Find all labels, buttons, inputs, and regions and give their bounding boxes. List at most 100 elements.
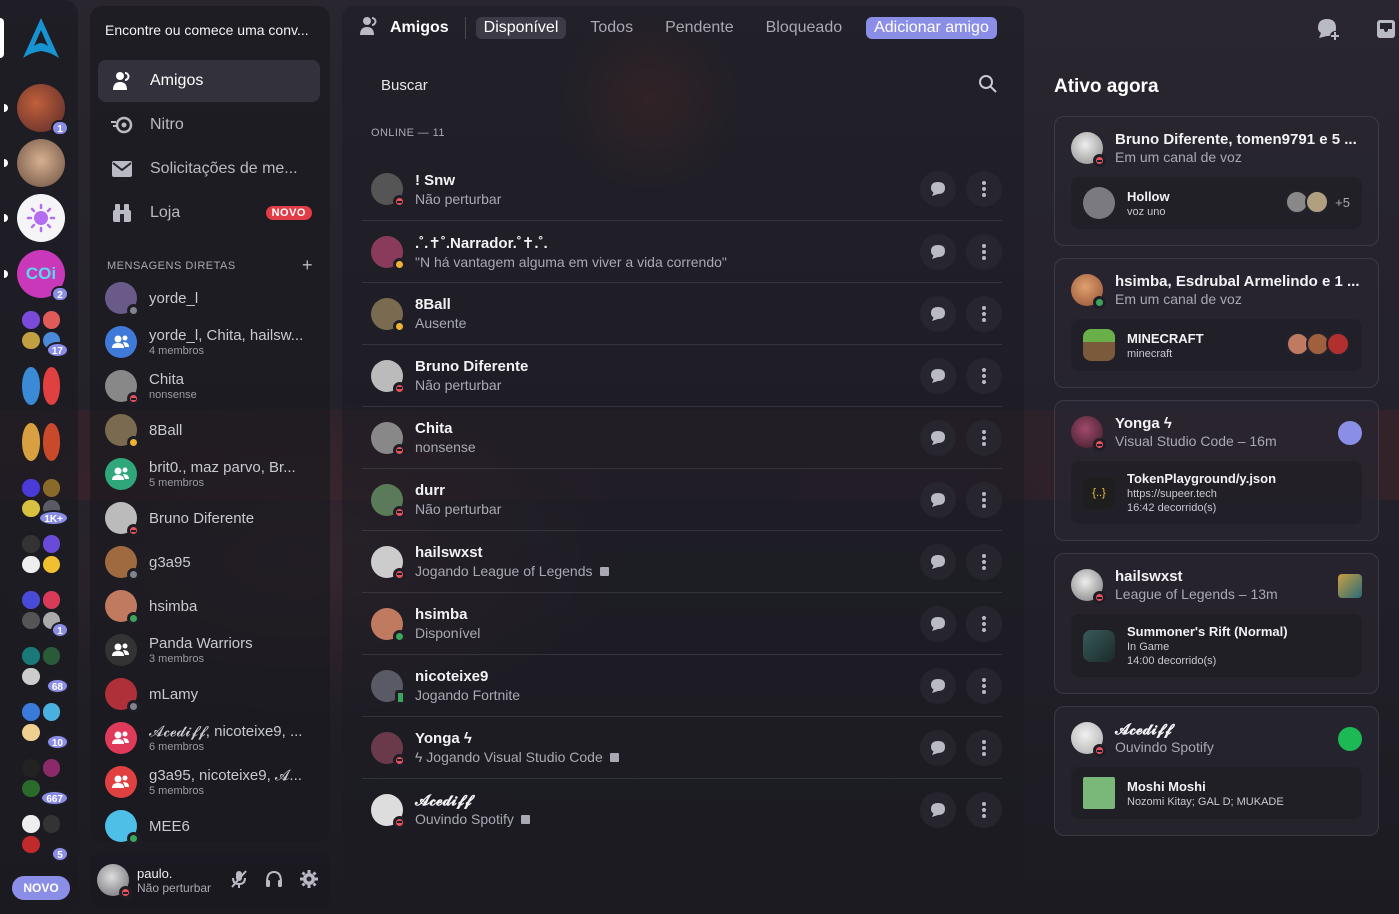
more-vertical-icon[interactable] (966, 792, 1002, 828)
server-folder[interactable] (17, 362, 65, 410)
activity-card[interactable]: Yonga ϟ Visual Studio Code – 16m {..} To… (1054, 400, 1379, 541)
message-icon[interactable] (920, 792, 956, 828)
more-vertical-icon[interactable] (966, 171, 1002, 207)
more-vertical-icon[interactable] (966, 606, 1002, 642)
friend-row[interactable]: hailswxst Jogando League of Legends (362, 530, 1002, 592)
more-vertical-icon[interactable] (966, 420, 1002, 456)
server-icon[interactable] (4, 139, 65, 187)
friend-row[interactable]: Yonga ϟ ϟ Jogando Visual Studio Code (362, 716, 1002, 778)
message-icon[interactable] (920, 171, 956, 207)
new-group-dm-icon[interactable] (1315, 16, 1341, 42)
activity-card[interactable]: Bruno Diferente, tomen9791 e 5 ... Em um… (1054, 116, 1379, 246)
more-vertical-icon[interactable] (966, 358, 1002, 394)
message-icon[interactable] (920, 606, 956, 642)
friends-search-input[interactable]: Buscar (368, 66, 1008, 104)
dm-list-item[interactable]: 𝓐𝓬𝓮𝓭𝓲𝓯𝓯, nicoteixe9, ... 6 membros (98, 716, 322, 760)
headphones-icon[interactable] (263, 868, 285, 890)
more-vertical-icon[interactable] (966, 482, 1002, 518)
dm-list-item[interactable]: g3a95 (98, 540, 322, 584)
rich-presence-box[interactable]: {..} TokenPlayground/y.json https://supe… (1071, 461, 1362, 524)
rich-presence-icon (609, 752, 619, 762)
server-folder[interactable]: 5 (17, 810, 69, 862)
user-avatar[interactable] (97, 864, 132, 899)
nav-item-message-requests[interactable]: Solicitações de me... (98, 148, 320, 190)
create-dm-plus-icon[interactable]: + (302, 255, 313, 276)
server-folder[interactable]: 68 (17, 642, 69, 694)
new-unreads-pill[interactable]: NOVO (12, 876, 70, 900)
dm-list-item[interactable]: brit0., maz parvo, Br... 5 membros (98, 452, 322, 496)
server-icon[interactable]: 1 (4, 84, 69, 136)
dm-list-item[interactable]: g3a95, nicoteixe9, 𝓐... 5 membros (98, 760, 322, 804)
message-icon[interactable] (920, 420, 956, 456)
nav-item-label: Amigos (150, 72, 204, 89)
dm-list-item[interactable]: mLamy (98, 672, 322, 716)
more-vertical-icon[interactable] (966, 296, 1002, 332)
activity-avatar (1071, 722, 1106, 757)
dm-list-item[interactable]: yorde_l (98, 276, 322, 320)
message-icon[interactable] (920, 544, 956, 580)
dm-list-item[interactable]: 8Ball (98, 408, 322, 452)
more-vertical-icon[interactable] (966, 544, 1002, 580)
nav-item-store[interactable]: Loja NOVO (98, 192, 320, 234)
server-folder[interactable]: 17 (17, 306, 69, 358)
server-icon[interactable]: COi 2 (4, 250, 69, 302)
friend-row[interactable]: nicoteixe9 Jogando Fortnite (362, 654, 1002, 716)
tab-all[interactable]: Todos (582, 17, 641, 39)
voice-channel-box[interactable]: MINECRAFT minecraft (1071, 319, 1362, 371)
message-icon[interactable] (920, 482, 956, 518)
activity-card[interactable]: hsimba, Esdrubal Armelindo e 1 ... Em um… (1054, 258, 1379, 388)
inbox-icon[interactable] (1373, 16, 1399, 42)
more-vertical-icon[interactable] (966, 730, 1002, 766)
arch-linux-logo-icon[interactable] (17, 14, 65, 62)
friend-row[interactable]: hsimba Disponível (362, 592, 1002, 654)
message-icon[interactable] (920, 296, 956, 332)
server-folder[interactable]: 667 (17, 754, 69, 806)
message-icon[interactable] (920, 730, 956, 766)
dm-list-item[interactable]: MEE6 (98, 804, 322, 848)
server-folder[interactable]: 10 (17, 698, 69, 750)
more-vertical-icon[interactable] (966, 668, 1002, 704)
server-folder[interactable]: 1K+ (17, 474, 69, 526)
dm-list-item[interactable]: Panda Warriors 3 membros (98, 628, 322, 672)
dm-list-item[interactable]: yorde_l, Chita, hailsw... 4 membros (98, 320, 322, 364)
nav-item-nitro[interactable]: Nitro (98, 104, 320, 146)
tab-available[interactable]: Disponível (475, 17, 567, 39)
dm-list-item[interactable]: hsimba (98, 584, 322, 628)
add-friend-button[interactable]: Adicionar amigo (866, 17, 997, 39)
server-icon[interactable] (4, 194, 65, 242)
more-vertical-icon[interactable] (966, 234, 1002, 270)
settings-gear-icon[interactable] (298, 868, 320, 890)
voice-channel-box[interactable]: Hollow voz uno +5 (1071, 177, 1362, 229)
rich-presence-box[interactable]: Summoner's Rift (Normal) In Game 14:00 d… (1071, 614, 1362, 677)
online-status-icon (127, 832, 140, 845)
dm-subtitle: 4 membros (149, 345, 205, 357)
activity-card[interactable]: hailswxst League of Legends – 13m Summon… (1054, 553, 1379, 694)
tab-blocked[interactable]: Bloqueado (758, 17, 851, 39)
tab-pending[interactable]: Pendente (657, 17, 742, 39)
friend-row[interactable]: 8Ball Ausente (362, 282, 1002, 344)
dm-list-item[interactable]: Bruno Diferente (98, 496, 322, 540)
dm-avatar (105, 370, 140, 405)
mute-mic-icon[interactable] (228, 868, 250, 890)
friend-name: Bruno Diferente (415, 358, 529, 375)
friend-row[interactable]: durr Não perturbar (362, 468, 1002, 530)
message-icon[interactable] (920, 668, 956, 704)
server-folder[interactable] (17, 418, 65, 466)
friend-row[interactable]: 𝓐𝓬𝓮𝓭𝓲𝓯𝓯 Ouvindo Spotify (362, 778, 1002, 840)
spotify-track-box[interactable]: Moshi Moshi Nozomi Kitay; GAL D; MUKADE (1071, 767, 1362, 819)
message-icon[interactable] (920, 234, 956, 270)
friend-row[interactable]: .˚.✝︎˚.Narrador.˚✝︎.˚. "N há vantagem alg… (362, 220, 1002, 282)
username: paulo. (137, 865, 173, 881)
friend-row[interactable]: Chita nonsense (362, 406, 1002, 468)
friend-row[interactable]: Bruno Diferente Não perturbar (362, 344, 1002, 406)
mention-badge: 2 (51, 286, 69, 302)
dm-list-item[interactable]: Chita nonsense (98, 364, 322, 408)
find-conversation-button[interactable]: Encontre ou comece uma conv... (98, 10, 322, 50)
server-folder[interactable]: 1 (17, 586, 69, 638)
activity-card[interactable]: 𝓐𝓬𝓮𝓭𝓲𝓯𝓯 Ouvindo Spotify Moshi Moshi Nozo… (1054, 706, 1379, 836)
friend-status-text: Ausente (415, 315, 467, 331)
nav-item-friends[interactable]: Amigos (98, 60, 320, 102)
server-folder[interactable] (17, 530, 65, 578)
message-icon[interactable] (920, 358, 956, 394)
friend-row[interactable]: ! Snw Não perturbar (362, 158, 1002, 220)
